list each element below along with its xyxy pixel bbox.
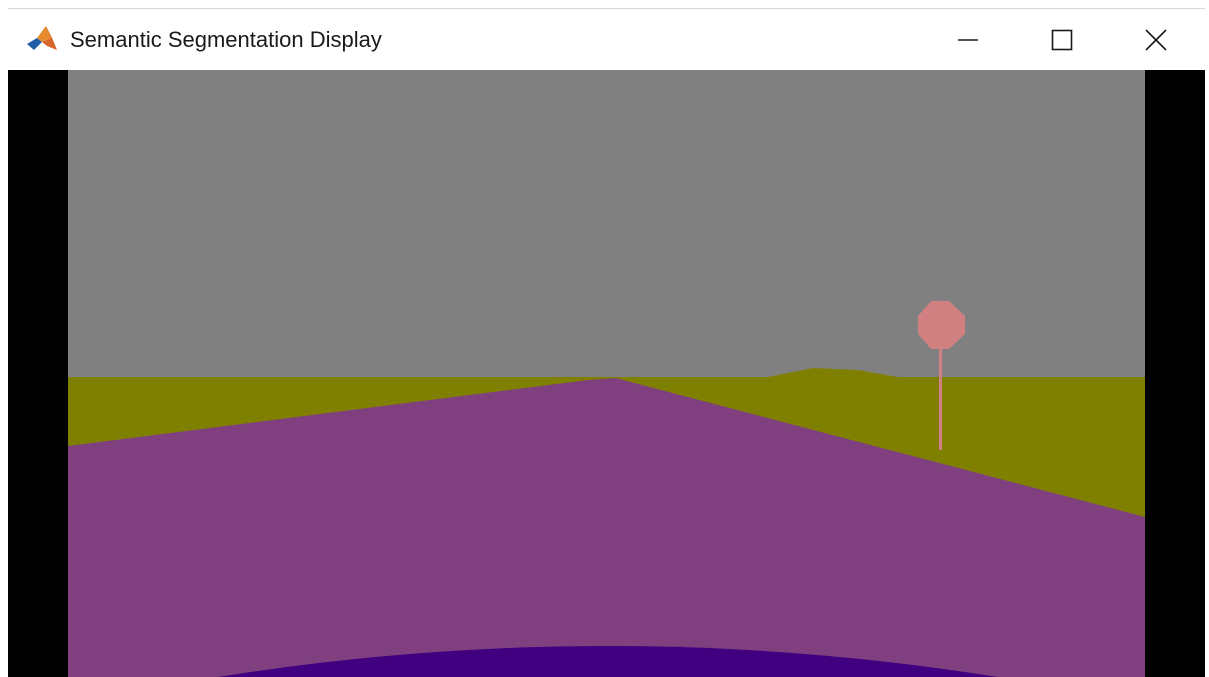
sign-pole xyxy=(939,346,942,450)
close-button[interactable] xyxy=(1109,9,1203,71)
title-bar[interactable]: Semantic Segmentation Display xyxy=(8,8,1205,70)
figure-window: Semantic Segmentation Display xyxy=(0,0,1209,677)
segmentation-image xyxy=(68,70,1145,677)
minimize-icon xyxy=(958,39,978,41)
matlab-icon xyxy=(27,26,57,50)
maximize-icon xyxy=(1051,29,1073,51)
close-icon xyxy=(1145,29,1167,51)
maximize-button[interactable] xyxy=(1015,9,1109,71)
figure-content xyxy=(8,70,1205,677)
minimize-button[interactable] xyxy=(921,9,1015,71)
window-edge xyxy=(0,0,8,677)
window-title: Semantic Segmentation Display xyxy=(70,27,382,52)
